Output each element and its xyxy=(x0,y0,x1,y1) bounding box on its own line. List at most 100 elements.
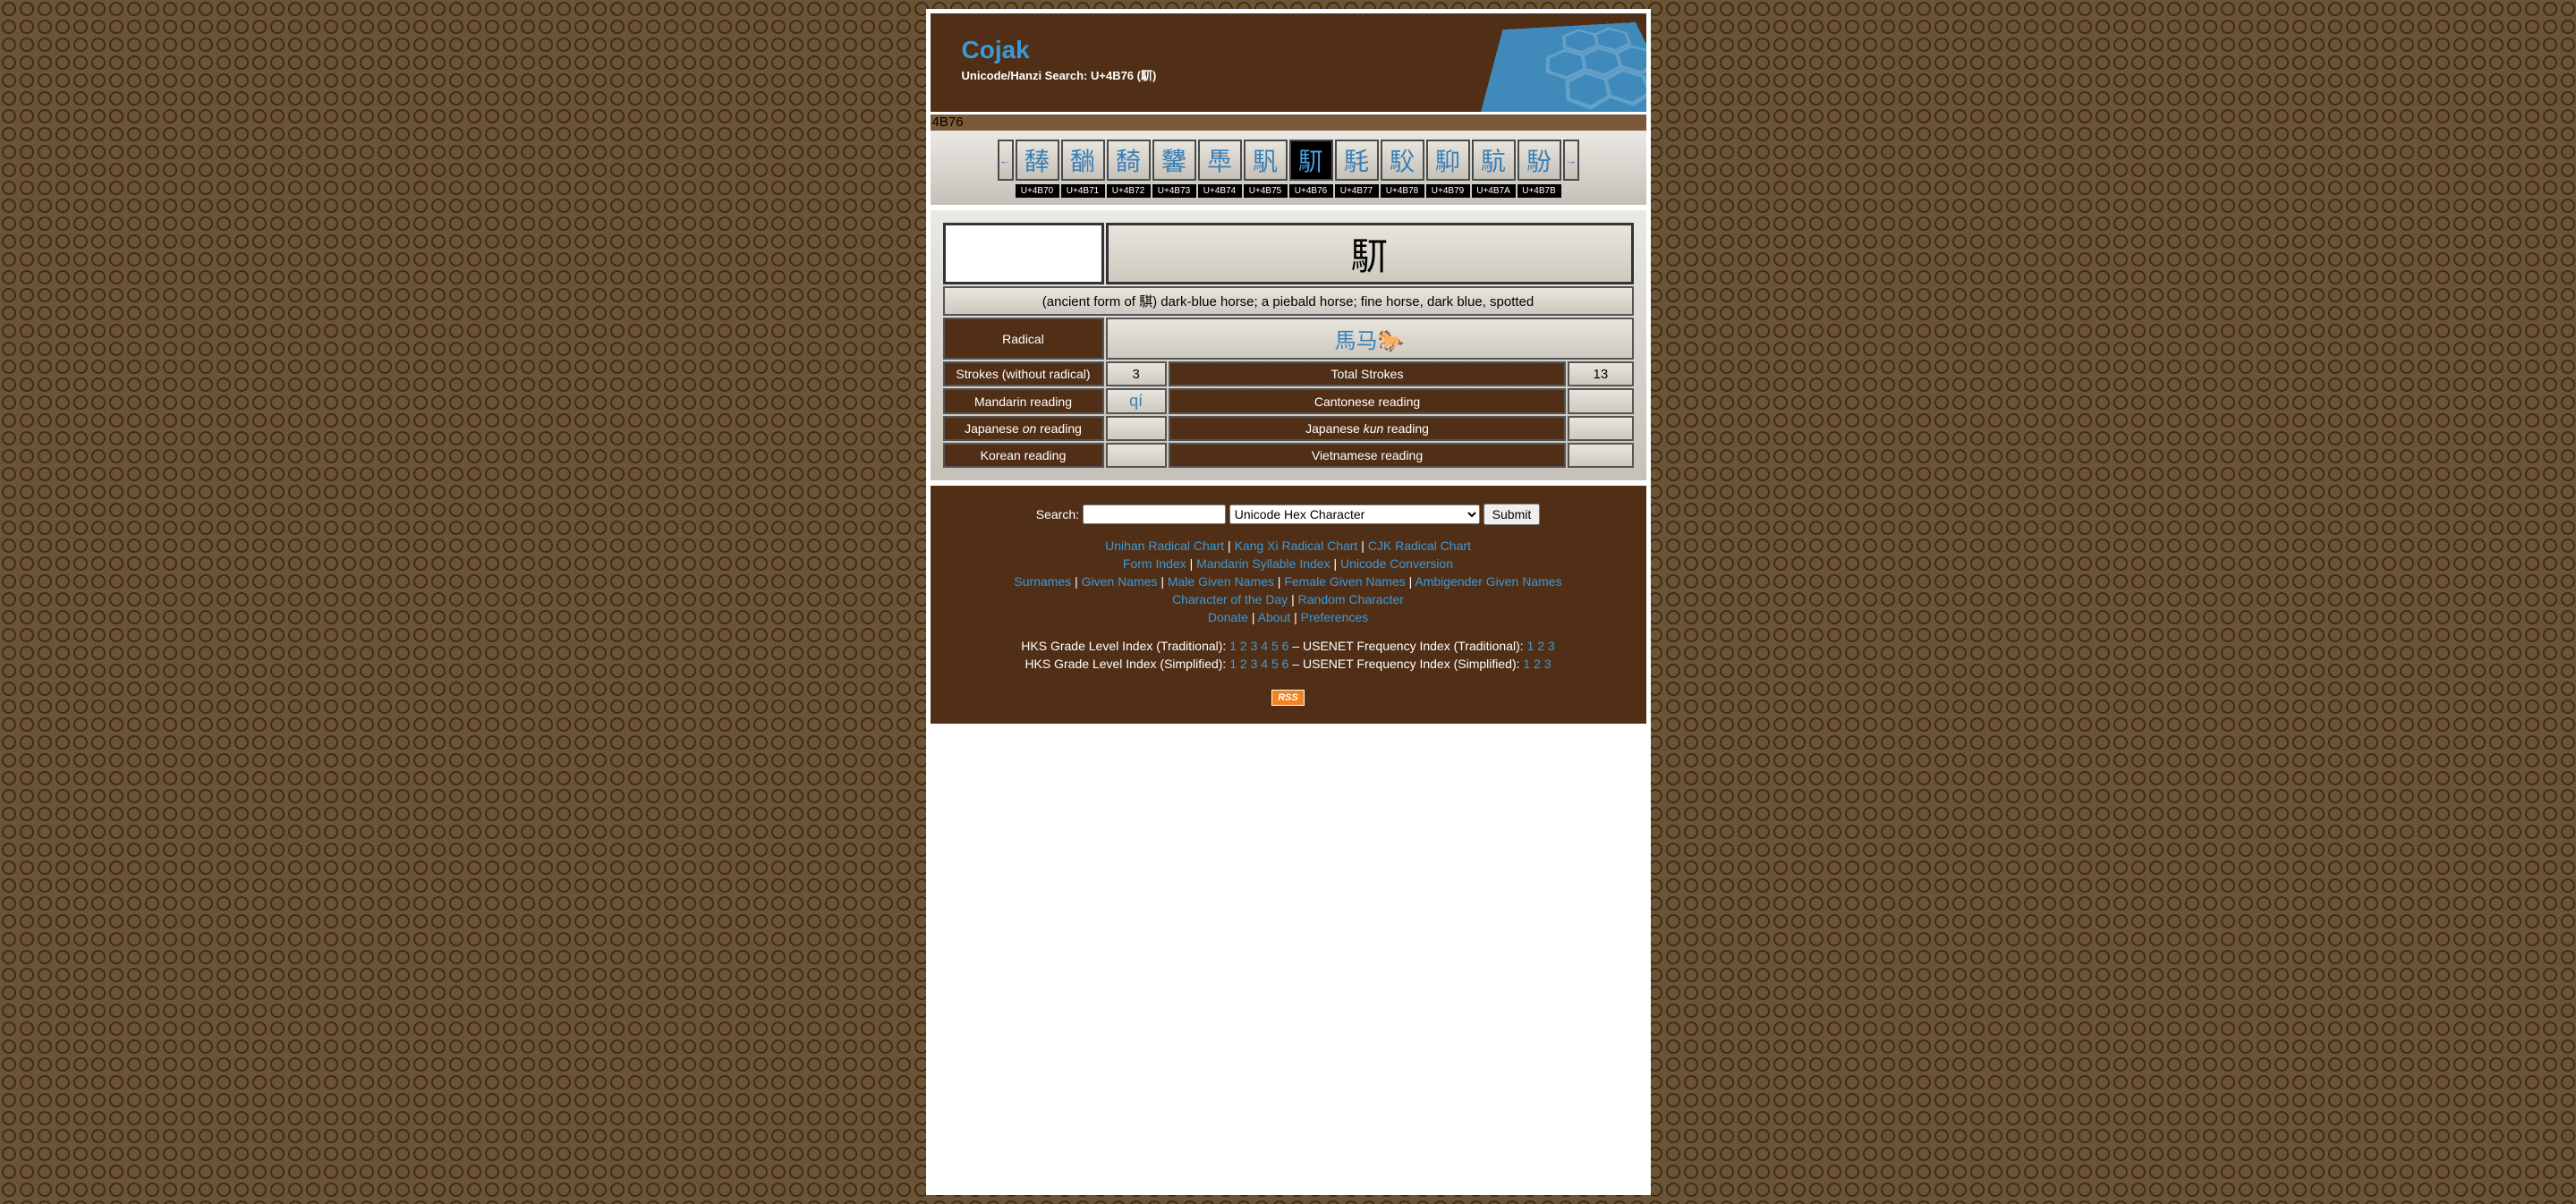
detail-panel: 䭶 (ancient form of 騏) dark-blue horse; a… xyxy=(931,210,1646,480)
nav-next-button[interactable]: → xyxy=(1563,140,1579,181)
index-link[interactable]: 1 xyxy=(1229,657,1237,671)
index-link[interactable]: 1 xyxy=(1527,639,1535,653)
nav-code-label: U+4B76 xyxy=(1289,184,1333,198)
nav-code-label: U+4B77 xyxy=(1335,184,1379,198)
footer-link[interactable]: Surnames xyxy=(1014,574,1071,589)
vietnamese-reading-label: Vietnamese reading xyxy=(1169,443,1566,468)
nav-code-label: U+4B73 xyxy=(1152,184,1196,198)
index-link[interactable]: 3 xyxy=(1251,639,1258,653)
character-nav-strip: ← 䭰䭱䭲䭳䭴䭵䭶䭷䭸䭹䭺䭻 → U+4B70U+4B71U+4B72U+4B7… xyxy=(931,131,1646,205)
index-row-simp: HKS Grade Level Index (Simplified): 1 2 … xyxy=(948,656,1628,673)
vietnamese-reading-value xyxy=(1568,443,1633,468)
search-type-select[interactable]: Unicode Hex Character xyxy=(1229,504,1480,524)
link-row-4: Character of the Day | Random Character xyxy=(948,591,1628,608)
index-link[interactable]: 1 xyxy=(1229,639,1237,653)
korean-reading-label: Korean reading xyxy=(943,443,1104,468)
nav-char-U+4B71[interactable]: 䭱 xyxy=(1061,140,1105,181)
index-link[interactable]: 3 xyxy=(1251,657,1258,671)
header: Cojak Unicode/Hanzi Search: U+4B76 (䭶) xyxy=(931,13,1646,112)
page-container: Cojak Unicode/Hanzi Search: U+4B76 (䭶) 4… xyxy=(926,9,1651,1195)
footer-link[interactable]: Preferences xyxy=(1301,610,1368,624)
mandarin-reading-value[interactable]: qí xyxy=(1106,388,1167,414)
nav-char-U+4B7B[interactable]: 䭻 xyxy=(1518,140,1561,181)
japanese-on-reading-label: Japanese on reading xyxy=(943,416,1104,441)
korean-reading-value xyxy=(1106,443,1167,468)
index-link[interactable]: 4 xyxy=(1261,639,1268,653)
nav-prev-button[interactable]: ← xyxy=(998,140,1014,181)
nav-code-label: U+4B74 xyxy=(1198,184,1242,198)
search-label: Search: xyxy=(1036,507,1079,521)
nav-char-U+4B72[interactable]: 䭲 xyxy=(1107,140,1151,181)
footer-link[interactable]: Character of the Day xyxy=(1172,592,1288,606)
search-input[interactable] xyxy=(1083,504,1226,524)
link-row-2: Form Index | Mandarin Syllable Index | U… xyxy=(948,555,1628,572)
mandarin-reading-label: Mandarin reading xyxy=(943,388,1104,414)
strokes-without-radical-label: Strokes (without radical) xyxy=(943,361,1104,386)
cantonese-reading-value xyxy=(1568,388,1633,414)
index-link[interactable]: 3 xyxy=(1548,639,1555,653)
japanese-kun-reading-value xyxy=(1568,416,1633,441)
nav-char-U+4B73[interactable]: 䭳 xyxy=(1152,140,1196,181)
index-link[interactable]: 5 xyxy=(1271,639,1279,653)
index-link[interactable]: 3 xyxy=(1544,657,1552,671)
index-link[interactable]: 1 xyxy=(1523,657,1530,671)
submit-button[interactable]: Submit xyxy=(1484,504,1541,525)
nav-char-U+4B77[interactable]: 䭷 xyxy=(1335,140,1379,181)
nav-code-label: U+4B71 xyxy=(1061,184,1105,198)
nav-char-U+4B74[interactable]: 䭴 xyxy=(1198,140,1242,181)
footer-link[interactable]: Random Character xyxy=(1298,592,1404,606)
footer-link[interactable]: Form Index xyxy=(1123,556,1186,571)
footer-link[interactable]: About xyxy=(1258,610,1291,624)
total-strokes-label: Total Strokes xyxy=(1169,361,1566,386)
rss-badge[interactable]: RSS xyxy=(1271,690,1305,706)
footer-link[interactable]: Donate xyxy=(1208,610,1248,624)
index-link[interactable]: 5 xyxy=(1271,657,1279,671)
nav-char-U+4B70[interactable]: 䭰 xyxy=(1016,140,1059,181)
nav-code-label: U+4B7B xyxy=(1518,184,1561,198)
cantonese-reading-label: Cantonese reading xyxy=(1169,388,1566,414)
footer-link[interactable]: Mandarin Syllable Index xyxy=(1196,556,1330,571)
strokes-without-radical-value: 3 xyxy=(1106,361,1167,386)
nav-char-U+4B78[interactable]: 䭸 xyxy=(1381,140,1424,181)
index-link[interactable]: 2 xyxy=(1537,639,1544,653)
footer-link[interactable]: Female Given Names xyxy=(1284,574,1405,589)
nav-code-label: U+4B79 xyxy=(1426,184,1470,198)
nav-char-U+4B7A[interactable]: 䭺 xyxy=(1472,140,1516,181)
index-link[interactable]: 2 xyxy=(1534,657,1541,671)
nav-code-label: U+4B78 xyxy=(1381,184,1424,198)
nav-code-row: U+4B70U+4B71U+4B72U+4B73U+4B74U+4B75U+4B… xyxy=(931,184,1646,198)
footer-link[interactable]: Unicode Conversion xyxy=(1340,556,1453,571)
footer-link[interactable]: CJK Radical Chart xyxy=(1368,538,1471,553)
nav-code-label: U+4B75 xyxy=(1244,184,1288,198)
main-character: 䭶 xyxy=(1106,223,1634,284)
total-strokes-value: 13 xyxy=(1568,361,1633,386)
nav-char-U+4B79[interactable]: 䭹 xyxy=(1426,140,1470,181)
footer-link[interactable]: Unihan Radical Chart xyxy=(1105,538,1224,553)
link-row-5: Donate | About | Preferences xyxy=(948,609,1628,626)
link-row-1: Unihan Radical Chart | Kang Xi Radical C… xyxy=(948,538,1628,555)
blank-image-box xyxy=(943,223,1104,284)
radical-value[interactable]: 馬马🐎 xyxy=(1106,318,1634,360)
code-strip-text: 4B76 xyxy=(932,114,964,130)
search-form: Search: Unicode Hex Character Submit xyxy=(948,504,1628,525)
index-link[interactable]: 2 xyxy=(1240,639,1247,653)
nav-code-label: U+4B72 xyxy=(1107,184,1151,198)
japanese-kun-reading-label: Japanese kun reading xyxy=(1169,416,1566,441)
index-row-trad: HKS Grade Level Index (Traditional): 1 2… xyxy=(948,638,1628,655)
nav-char-row: ← 䭰䭱䭲䭳䭴䭵䭶䭷䭸䭹䭺䭻 → xyxy=(931,140,1646,181)
japanese-on-reading-value xyxy=(1106,416,1167,441)
index-link[interactable]: 2 xyxy=(1240,657,1247,671)
nav-char-U+4B76[interactable]: 䭶 xyxy=(1289,140,1333,181)
nav-char-U+4B75[interactable]: 䭵 xyxy=(1244,140,1288,181)
nav-code-label: U+4B70 xyxy=(1016,184,1059,198)
footer-link[interactable]: Male Given Names xyxy=(1168,574,1274,589)
nav-code-label: U+4B7A xyxy=(1472,184,1516,198)
footer: Search: Unicode Hex Character Submit Uni… xyxy=(931,486,1646,724)
definition: (ancient form of 騏) dark-blue horse; a p… xyxy=(943,286,1634,316)
index-link[interactable]: 4 xyxy=(1261,657,1268,671)
footer-link[interactable]: Ambigender Given Names xyxy=(1415,574,1561,589)
footer-link[interactable]: Kang Xi Radical Chart xyxy=(1235,538,1358,553)
radical-label: Radical xyxy=(943,318,1104,360)
decorative-hex-graphic xyxy=(1476,22,1646,112)
footer-link[interactable]: Given Names xyxy=(1082,574,1158,589)
